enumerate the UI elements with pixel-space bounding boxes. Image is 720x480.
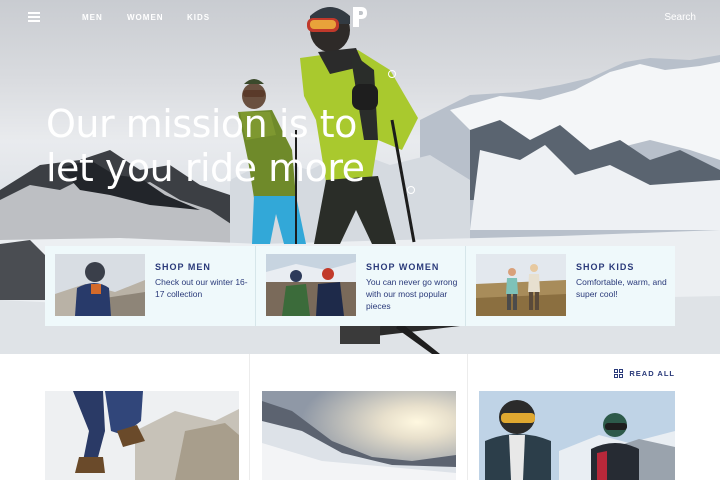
kids-category-image [476, 254, 566, 316]
grid-icon [614, 369, 623, 378]
hamburger-menu-icon[interactable] [28, 12, 40, 22]
blog-card-image[interactable] [479, 391, 675, 480]
category-title: SHOP KIDS [576, 262, 635, 272]
blog-card-image[interactable] [45, 391, 239, 480]
hotspot-marker[interactable] [388, 70, 396, 78]
nav-link-kids[interactable]: KIDS [187, 13, 210, 22]
hero-headline-line1: Our mission is to [46, 102, 357, 146]
hero-headline-line2: let you ride more [46, 146, 365, 190]
hero-headline: Our mission is to let you ride more [46, 102, 426, 190]
women-category-image [266, 254, 356, 316]
blog-section: READ ALL [0, 354, 720, 480]
hotspot-marker[interactable] [407, 186, 415, 194]
column-divider [467, 354, 468, 480]
blog-card-image[interactable] [262, 391, 456, 480]
read-all-label: READ ALL [629, 369, 675, 378]
category-description: Check out our winter 16-17 collection [155, 277, 248, 299]
nav-link-women[interactable]: WOMEN [127, 13, 164, 22]
column-divider [249, 354, 250, 480]
category-card-kids[interactable]: SHOP KIDS Comfortable, warm, and super c… [465, 246, 675, 326]
category-title: SHOP WOMEN [366, 262, 440, 272]
category-description: You can never go wrong with our most pop… [366, 277, 458, 311]
category-card-women[interactable]: SHOP WOMEN You can never go wrong with o… [255, 246, 465, 326]
nav-link-men[interactable]: MEN [82, 13, 103, 22]
category-card-men[interactable]: SHOP MEN Check out our winter 16-17 coll… [45, 246, 255, 326]
brand-logo-icon[interactable] [352, 6, 368, 28]
read-all-link[interactable]: READ ALL [614, 369, 675, 378]
search-link[interactable]: Search [664, 12, 696, 23]
men-category-image [55, 254, 145, 316]
category-strip: SHOP MEN Check out our winter 16-17 coll… [45, 246, 675, 326]
category-title: SHOP MEN [155, 262, 211, 272]
top-navigation: MEN WOMEN KIDS Search [0, 0, 720, 36]
category-description: Comfortable, warm, and super cool! [576, 277, 667, 299]
